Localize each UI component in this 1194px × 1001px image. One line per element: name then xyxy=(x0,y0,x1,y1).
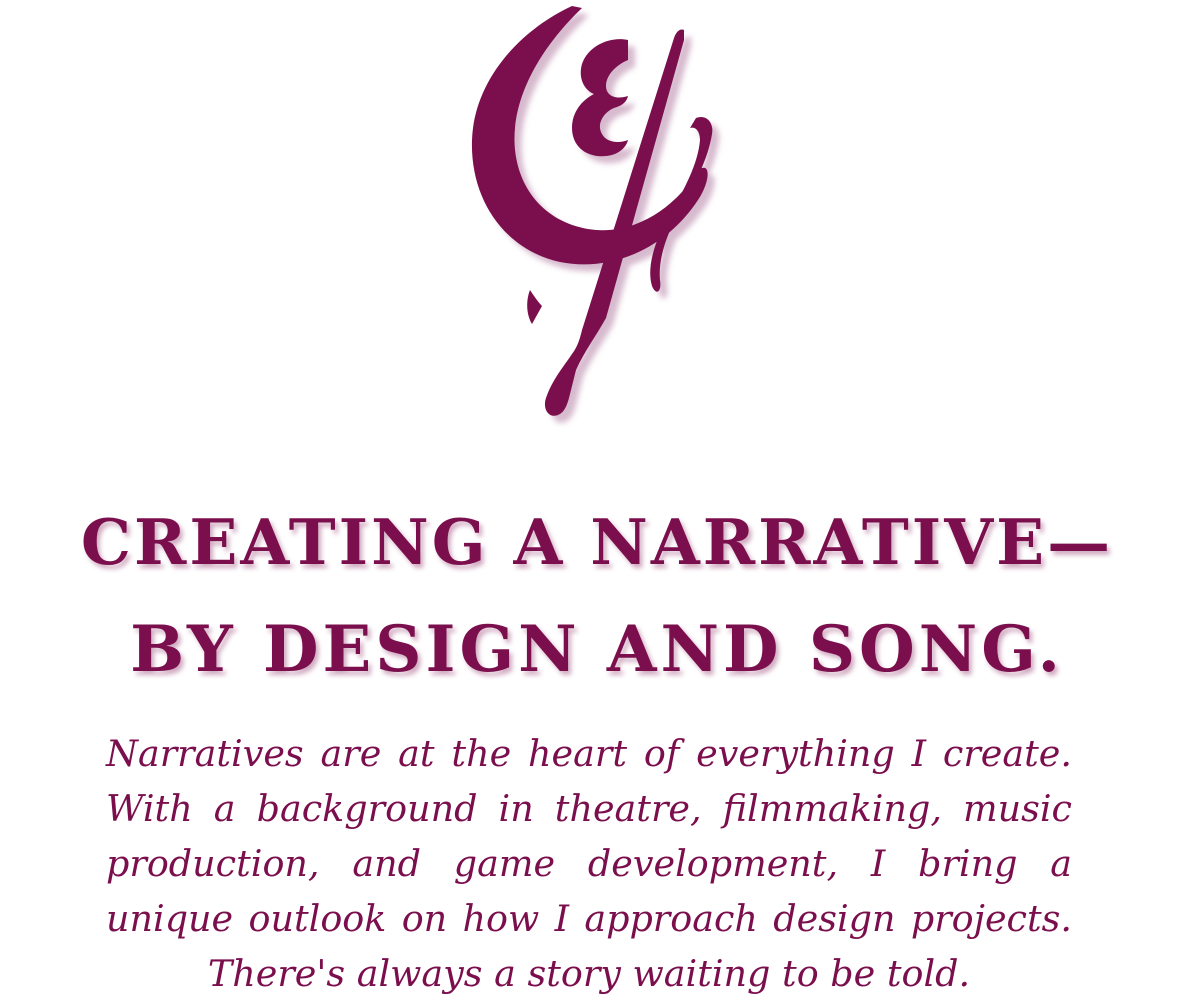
headline-line-2: BY DESIGN AND SONG. xyxy=(130,612,1064,687)
logo-graphic xyxy=(471,6,720,423)
intro-paragraph: Narratives are at the heart of everythin… xyxy=(106,732,1072,995)
headline-line-1: CREATING A NARRATIVE— xyxy=(80,505,1114,579)
headline: CREATING A NARRATIVE— BY DESIGN AND SONG… xyxy=(0,488,1194,704)
monogram-dancer-logo-icon xyxy=(460,0,740,430)
